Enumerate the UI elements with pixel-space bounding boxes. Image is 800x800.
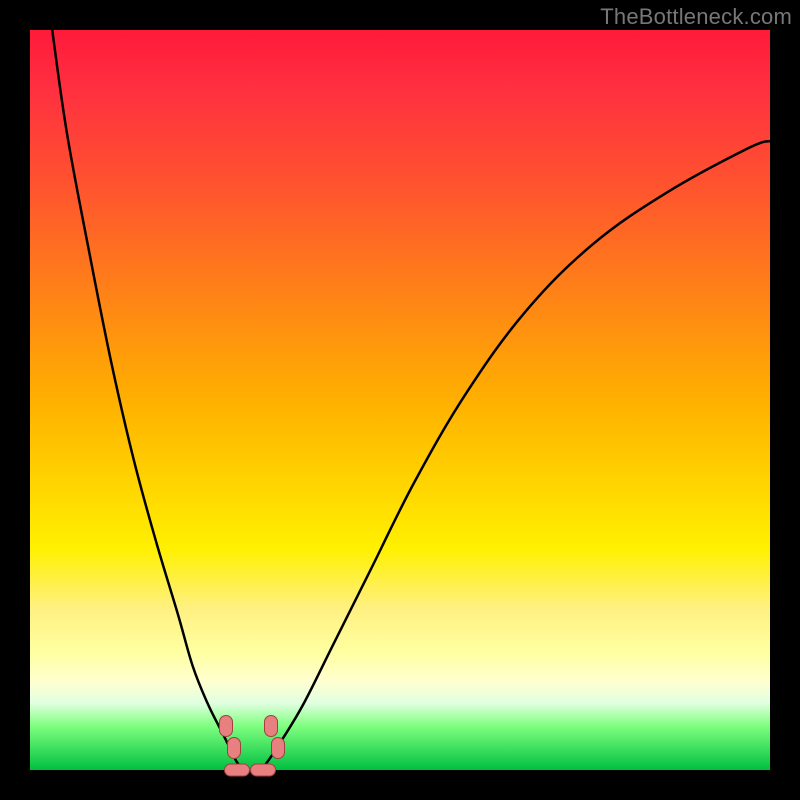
curve-right (259, 141, 770, 770)
plot-area (30, 30, 770, 770)
curve-left (52, 30, 244, 770)
watermark-text: TheBottleneck.com (600, 4, 792, 30)
curve-layer (30, 30, 770, 770)
marker-right-lower (271, 737, 285, 759)
marker-left-lower (227, 737, 241, 759)
marker-left-upper (219, 715, 233, 737)
marker-right-upper (264, 715, 278, 737)
marker-bottom-right (250, 764, 276, 777)
marker-bottom-left (224, 764, 250, 777)
